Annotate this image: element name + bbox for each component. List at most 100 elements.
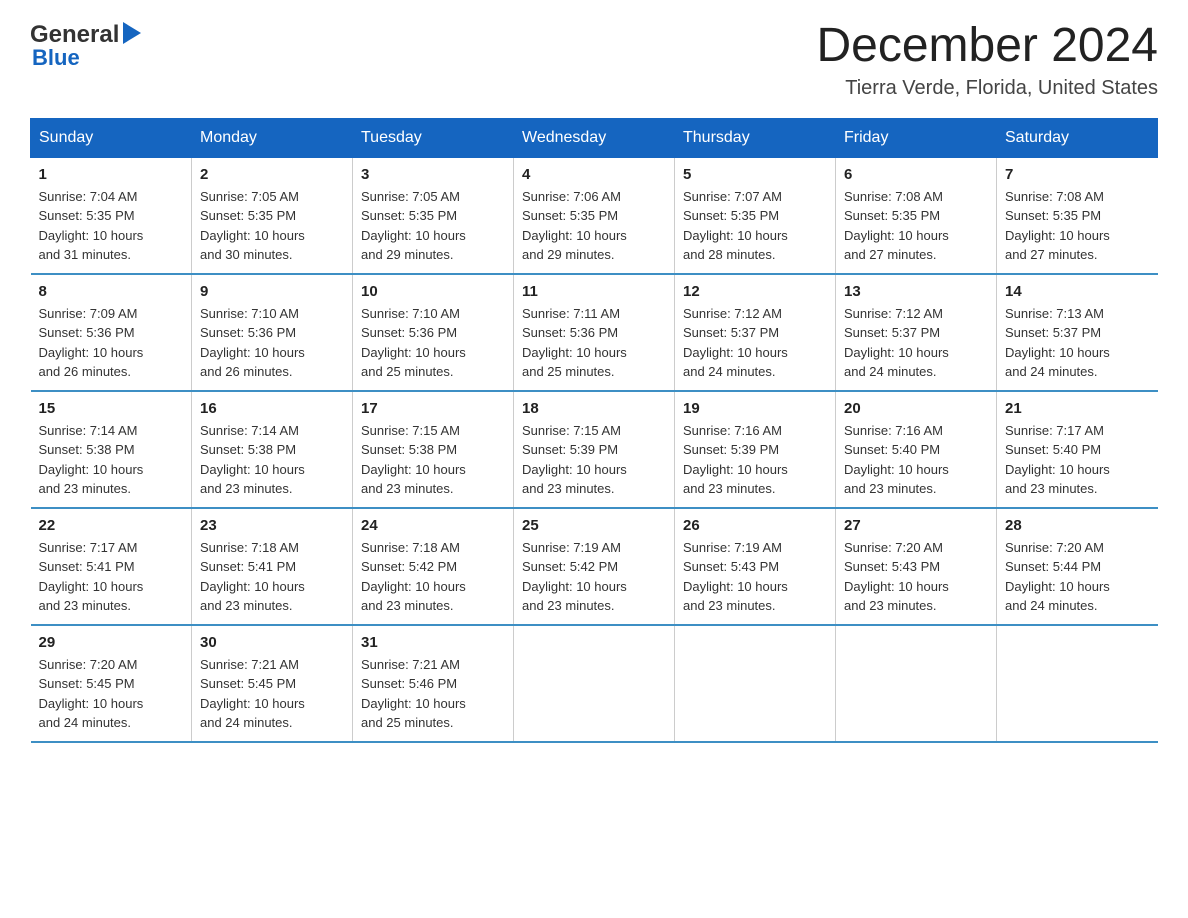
table-row: 26 Sunrise: 7:19 AM Sunset: 5:43 PM Dayl…	[675, 508, 836, 625]
table-row: 18 Sunrise: 7:15 AM Sunset: 5:39 PM Dayl…	[514, 391, 675, 508]
day-info: Sunrise: 7:13 AM Sunset: 5:37 PM Dayligh…	[1005, 304, 1150, 382]
day-info: Sunrise: 7:08 AM Sunset: 5:35 PM Dayligh…	[844, 187, 988, 265]
day-number: 8	[39, 283, 184, 300]
day-info: Sunrise: 7:21 AM Sunset: 5:45 PM Dayligh…	[200, 655, 344, 733]
day-number: 9	[200, 283, 344, 300]
header-monday: Monday	[192, 118, 353, 157]
day-number: 23	[200, 517, 344, 534]
day-number: 28	[1005, 517, 1150, 534]
day-info: Sunrise: 7:14 AM Sunset: 5:38 PM Dayligh…	[39, 421, 184, 499]
day-number: 22	[39, 517, 184, 534]
day-number: 17	[361, 400, 505, 417]
day-number: 20	[844, 400, 988, 417]
day-number: 24	[361, 517, 505, 534]
table-row: 1 Sunrise: 7:04 AM Sunset: 5:35 PM Dayli…	[31, 157, 192, 274]
table-row: 21 Sunrise: 7:17 AM Sunset: 5:40 PM Dayl…	[997, 391, 1158, 508]
day-number: 27	[844, 517, 988, 534]
day-number: 11	[522, 283, 666, 300]
table-row: 7 Sunrise: 7:08 AM Sunset: 5:35 PM Dayli…	[997, 157, 1158, 274]
header-tuesday: Tuesday	[353, 118, 514, 157]
table-row: 19 Sunrise: 7:16 AM Sunset: 5:39 PM Dayl…	[675, 391, 836, 508]
day-info: Sunrise: 7:10 AM Sunset: 5:36 PM Dayligh…	[361, 304, 505, 382]
table-row: 20 Sunrise: 7:16 AM Sunset: 5:40 PM Dayl…	[836, 391, 997, 508]
logo-blue-text: Blue	[32, 45, 80, 71]
day-number: 3	[361, 166, 505, 183]
day-number: 30	[200, 634, 344, 651]
day-info: Sunrise: 7:18 AM Sunset: 5:42 PM Dayligh…	[361, 538, 505, 616]
calendar-week-row: 15 Sunrise: 7:14 AM Sunset: 5:38 PM Dayl…	[31, 391, 1158, 508]
table-row: 28 Sunrise: 7:20 AM Sunset: 5:44 PM Dayl…	[997, 508, 1158, 625]
day-info: Sunrise: 7:05 AM Sunset: 5:35 PM Dayligh…	[361, 187, 505, 265]
table-row: 30 Sunrise: 7:21 AM Sunset: 5:45 PM Dayl…	[192, 625, 353, 742]
table-row: 9 Sunrise: 7:10 AM Sunset: 5:36 PM Dayli…	[192, 274, 353, 391]
day-info: Sunrise: 7:11 AM Sunset: 5:36 PM Dayligh…	[522, 304, 666, 382]
day-number: 4	[522, 166, 666, 183]
day-info: Sunrise: 7:16 AM Sunset: 5:40 PM Dayligh…	[844, 421, 988, 499]
day-number: 18	[522, 400, 666, 417]
calendar-header-row: Sunday Monday Tuesday Wednesday Thursday…	[31, 118, 1158, 157]
day-info: Sunrise: 7:18 AM Sunset: 5:41 PM Dayligh…	[200, 538, 344, 616]
day-info: Sunrise: 7:06 AM Sunset: 5:35 PM Dayligh…	[522, 187, 666, 265]
table-row: 15 Sunrise: 7:14 AM Sunset: 5:38 PM Dayl…	[31, 391, 192, 508]
table-row: 4 Sunrise: 7:06 AM Sunset: 5:35 PM Dayli…	[514, 157, 675, 274]
table-row: 29 Sunrise: 7:20 AM Sunset: 5:45 PM Dayl…	[31, 625, 192, 742]
table-row: 8 Sunrise: 7:09 AM Sunset: 5:36 PM Dayli…	[31, 274, 192, 391]
table-row	[997, 625, 1158, 742]
table-row: 25 Sunrise: 7:19 AM Sunset: 5:42 PM Dayl…	[514, 508, 675, 625]
location-title: Tierra Verde, Florida, United States	[816, 77, 1158, 100]
table-row	[514, 625, 675, 742]
day-info: Sunrise: 7:20 AM Sunset: 5:44 PM Dayligh…	[1005, 538, 1150, 616]
day-number: 19	[683, 400, 827, 417]
header-thursday: Thursday	[675, 118, 836, 157]
logo-arrow-icon	[123, 22, 141, 49]
table-row: 2 Sunrise: 7:05 AM Sunset: 5:35 PM Dayli…	[192, 157, 353, 274]
table-row	[675, 625, 836, 742]
day-number: 14	[1005, 283, 1150, 300]
table-row: 17 Sunrise: 7:15 AM Sunset: 5:38 PM Dayl…	[353, 391, 514, 508]
day-info: Sunrise: 7:17 AM Sunset: 5:41 PM Dayligh…	[39, 538, 184, 616]
title-section: December 2024 Tierra Verde, Florida, Uni…	[816, 20, 1158, 100]
day-number: 26	[683, 517, 827, 534]
day-info: Sunrise: 7:12 AM Sunset: 5:37 PM Dayligh…	[683, 304, 827, 382]
day-info: Sunrise: 7:19 AM Sunset: 5:43 PM Dayligh…	[683, 538, 827, 616]
day-info: Sunrise: 7:04 AM Sunset: 5:35 PM Dayligh…	[39, 187, 184, 265]
table-row: 13 Sunrise: 7:12 AM Sunset: 5:37 PM Dayl…	[836, 274, 997, 391]
day-number: 5	[683, 166, 827, 183]
table-row: 3 Sunrise: 7:05 AM Sunset: 5:35 PM Dayli…	[353, 157, 514, 274]
day-info: Sunrise: 7:15 AM Sunset: 5:39 PM Dayligh…	[522, 421, 666, 499]
day-number: 16	[200, 400, 344, 417]
day-number: 13	[844, 283, 988, 300]
day-number: 1	[39, 166, 184, 183]
table-row: 16 Sunrise: 7:14 AM Sunset: 5:38 PM Dayl…	[192, 391, 353, 508]
day-info: Sunrise: 7:12 AM Sunset: 5:37 PM Dayligh…	[844, 304, 988, 382]
header-friday: Friday	[836, 118, 997, 157]
calendar-table: Sunday Monday Tuesday Wednesday Thursday…	[30, 118, 1158, 743]
day-info: Sunrise: 7:10 AM Sunset: 5:36 PM Dayligh…	[200, 304, 344, 382]
table-row: 31 Sunrise: 7:21 AM Sunset: 5:46 PM Dayl…	[353, 625, 514, 742]
day-number: 10	[361, 283, 505, 300]
day-number: 2	[200, 166, 344, 183]
day-info: Sunrise: 7:09 AM Sunset: 5:36 PM Dayligh…	[39, 304, 184, 382]
day-number: 7	[1005, 166, 1150, 183]
day-number: 31	[361, 634, 505, 651]
day-info: Sunrise: 7:19 AM Sunset: 5:42 PM Dayligh…	[522, 538, 666, 616]
day-info: Sunrise: 7:20 AM Sunset: 5:45 PM Dayligh…	[39, 655, 184, 733]
day-number: 29	[39, 634, 184, 651]
table-row: 11 Sunrise: 7:11 AM Sunset: 5:36 PM Dayl…	[514, 274, 675, 391]
month-title: December 2024	[816, 20, 1158, 73]
header-sunday: Sunday	[31, 118, 192, 157]
day-info: Sunrise: 7:16 AM Sunset: 5:39 PM Dayligh…	[683, 421, 827, 499]
calendar-week-row: 29 Sunrise: 7:20 AM Sunset: 5:45 PM Dayl…	[31, 625, 1158, 742]
table-row: 6 Sunrise: 7:08 AM Sunset: 5:35 PM Dayli…	[836, 157, 997, 274]
day-number: 21	[1005, 400, 1150, 417]
table-row: 23 Sunrise: 7:18 AM Sunset: 5:41 PM Dayl…	[192, 508, 353, 625]
header-wednesday: Wednesday	[514, 118, 675, 157]
calendar-week-row: 1 Sunrise: 7:04 AM Sunset: 5:35 PM Dayli…	[31, 157, 1158, 274]
page-header: General Blue December 2024 Tierra Verde,…	[30, 20, 1158, 100]
table-row: 22 Sunrise: 7:17 AM Sunset: 5:41 PM Dayl…	[31, 508, 192, 625]
day-number: 15	[39, 400, 184, 417]
day-number: 25	[522, 517, 666, 534]
day-info: Sunrise: 7:17 AM Sunset: 5:40 PM Dayligh…	[1005, 421, 1150, 499]
day-number: 12	[683, 283, 827, 300]
table-row	[836, 625, 997, 742]
